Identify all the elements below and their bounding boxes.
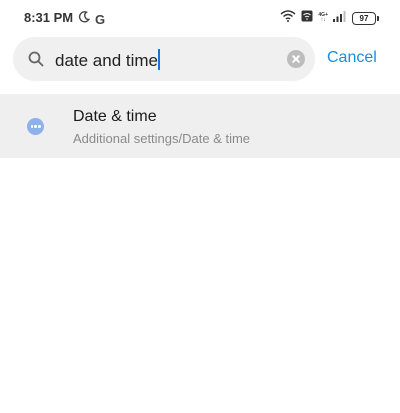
search-icon	[27, 50, 45, 68]
more-icon	[27, 118, 44, 135]
cancel-button[interactable]: Cancel	[327, 49, 377, 67]
status-left-icons: G	[78, 10, 105, 28]
search-result-item[interactable]: Date & time Additional settings/Date & t…	[0, 94, 400, 158]
signal-icon	[333, 9, 347, 27]
result-subtitle: Additional settings/Date & time	[73, 131, 251, 146]
google-icon: G	[95, 11, 106, 27]
clear-icon[interactable]	[287, 50, 305, 68]
status-time: 8:31 PM	[24, 10, 74, 25]
search-input[interactable]: date and time	[55, 49, 161, 71]
status-bar: 8:31 PM G 4G+ ↑↓ 97	[0, 0, 400, 36]
result-title: Date & time	[73, 108, 157, 125]
wifi-icon	[280, 9, 296, 27]
text-caret	[158, 49, 161, 70]
search-query: date and time	[55, 51, 159, 70]
search-box[interactable]: date and time	[13, 37, 315, 81]
battery-icon: 97	[352, 11, 379, 25]
status-right-icons: 4G+ ↑↓ 97	[280, 9, 379, 27]
network-arrows: ↑↓	[320, 17, 326, 23]
vowifi-icon	[301, 9, 313, 27]
moon-icon	[78, 10, 91, 28]
search-row: date and time Cancel	[0, 36, 400, 84]
network-type: 4G+ ↑↓	[318, 13, 328, 23]
